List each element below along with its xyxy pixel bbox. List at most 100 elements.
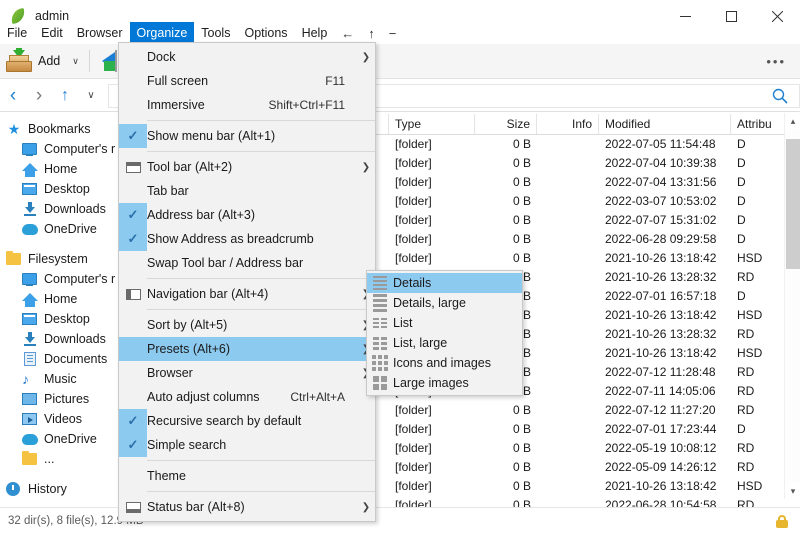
sidebar-item-label: Desktop [44,312,90,326]
menu-item-shortcut: F11 [325,74,357,88]
add-button[interactable]: Add [0,46,64,76]
cell-modified: 2021-10-26 13:28:32 [599,325,731,344]
menu-item-icon-slot [119,313,147,337]
lock-icon[interactable] [776,514,788,528]
sidebar-group-label: Bookmarks [28,122,91,136]
forward-icon[interactable]: › [26,83,52,109]
menu-file[interactable]: File [0,22,34,44]
menu-item-browser[interactable]: Browser❯ [119,361,375,385]
menu-item-immersive[interactable]: ImmersiveShift+Ctrl+F11 [119,93,375,117]
menu-separator [147,278,375,279]
toolbar-separator-1 [89,50,90,72]
organize-dropdown-menu[interactable]: Dock❯Full screenF11ImmersiveShift+Ctrl+F… [118,42,376,522]
cell-modified: 2022-07-12 11:27:20 [599,401,731,420]
menu-item-icon-slot [119,464,147,488]
preset-item-details[interactable]: Details [367,273,522,293]
preset-item-label: Large images [393,376,469,390]
menu-item-full-screen[interactable]: Full screenF11 [119,69,375,93]
sidebar-item-label: Desktop [44,182,90,196]
column-header-size[interactable]: Size [475,114,537,134]
cell-attributes: HSD [731,477,783,496]
scroll-up-icon[interactable]: ▴ [785,113,800,129]
column-header-info[interactable]: Info [537,114,599,134]
menu-item-simple-search[interactable]: ✓Simple search [119,433,375,457]
menu-item-swap-tool-bar-address-bar[interactable]: Swap Tool bar / Address bar [119,251,375,275]
sidebar-item-label: OneDrive [44,432,97,446]
download-icon [22,201,38,217]
add-dropdown-caret[interactable]: ∨ [72,56,79,67]
menu-item-status-bar-alt-8[interactable]: Status bar (Alt+8)❯ [119,495,375,519]
menu-item-show-menu-bar-alt-1[interactable]: ✓Show menu bar (Alt+1) [119,124,375,148]
column-header-type[interactable]: Type [389,114,475,134]
menu-item-tab-bar[interactable]: Tab bar [119,179,375,203]
menu-help[interactable]: Help [295,22,335,44]
cell-attributes: HSD [731,249,783,268]
bar-top-icon [119,155,147,179]
download-icon [22,331,38,347]
cell-modified: 2022-07-12 11:28:48 [599,363,731,382]
cell-attributes: HSD [731,306,783,325]
cell-type: [folder] [389,230,475,249]
menu-item-icon-slot [119,179,147,203]
menu-item-theme[interactable]: Theme [119,464,375,488]
cell-type: [folder] [389,439,475,458]
preset-item-icons-and-images[interactable]: Icons and images [367,353,522,373]
cell-type: [folder] [389,477,475,496]
cell-attributes: D [731,154,783,173]
sidebar-item-label: Computer's r [44,272,115,286]
scroll-track[interactable] [785,129,800,483]
menu-item-address-bar-alt-3[interactable]: ✓Address bar (Alt+3) [119,203,375,227]
menu-organize[interactable]: Organize [130,22,195,44]
menu-item-dock[interactable]: Dock❯ [119,45,375,69]
preset-item-list[interactable]: List [367,313,522,333]
history-dropdown-caret[interactable]: ∨ [78,83,104,109]
preset-item-large-images[interactable]: Large images [367,373,522,393]
column-header-attributes[interactable]: Attribu [731,114,783,134]
music-icon: ♪ [22,371,38,387]
preset-item-details-large[interactable]: Details, large [367,293,522,313]
cell-type: [folder] [389,135,475,154]
menu-item-label: Dock [147,50,357,64]
file-list-scrollbar[interactable]: ▴ ▾ [784,113,800,499]
menu-tools[interactable]: Tools [194,22,237,44]
back-icon[interactable]: ‹ [0,83,26,109]
menu-item-icon-slot [119,361,147,385]
menu-browser[interactable]: Browser [70,22,130,44]
bar-bottom-icon [119,495,147,519]
menu-item-show-address-as-breadcrumb[interactable]: ✓Show Address as breadcrumb [119,227,375,251]
menu-item-label: Auto adjust columns [147,390,290,404]
menubar-back-icon[interactable]: ← [334,24,361,43]
cell-attributes: RD [731,401,783,420]
cell-modified: 2022-07-07 15:31:02 [599,211,731,230]
cell-modified: 2021-10-26 13:18:42 [599,344,731,363]
add-label: Add [38,54,60,68]
menu-item-recursive-search-by-default[interactable]: ✓Recursive search by default [119,409,375,433]
menu-item-tool-bar-alt-2[interactable]: Tool bar (Alt+2)❯ [119,155,375,179]
menubar-up-icon[interactable]: ↑ [361,24,382,43]
menu-item-presets-alt-6[interactable]: Presets (Alt+6)❯ [119,337,375,361]
search-icon[interactable] [772,88,788,107]
presets-submenu[interactable]: Details Details, large List List, large Icon… [366,270,523,396]
menu-item-auto-adjust-columns[interactable]: Auto adjust columnsCtrl+Alt+A [119,385,375,409]
toolbar-overflow-icon[interactable]: ••• [766,54,786,69]
sidebar-item-label: Videos [44,412,82,426]
column-header-modified[interactable]: Modified [599,114,731,134]
preset-item-list-large[interactable]: List, large [367,333,522,353]
details-large-icon [367,293,393,313]
menu-item-sort-by-alt-5[interactable]: Sort by (Alt+5)❯ [119,313,375,337]
cell-attributes: D [731,192,783,211]
up-icon[interactable]: ↑ [52,83,78,109]
menu-edit[interactable]: Edit [34,22,70,44]
scroll-thumb[interactable] [786,139,800,269]
preset-item-label: Details, large [393,296,466,310]
scroll-down-icon[interactable]: ▾ [785,483,800,499]
monitor-icon [22,271,38,287]
menubar-collapse-icon[interactable]: − [382,24,404,43]
cell-info [537,306,599,325]
menu-options[interactable]: Options [237,22,294,44]
cell-info [537,192,599,211]
preset-item-label: List, large [393,336,447,350]
cell-info [537,420,599,439]
document-icon [22,351,38,367]
menu-item-navigation-bar-alt-4[interactable]: Navigation bar (Alt+4)❯ [119,282,375,306]
